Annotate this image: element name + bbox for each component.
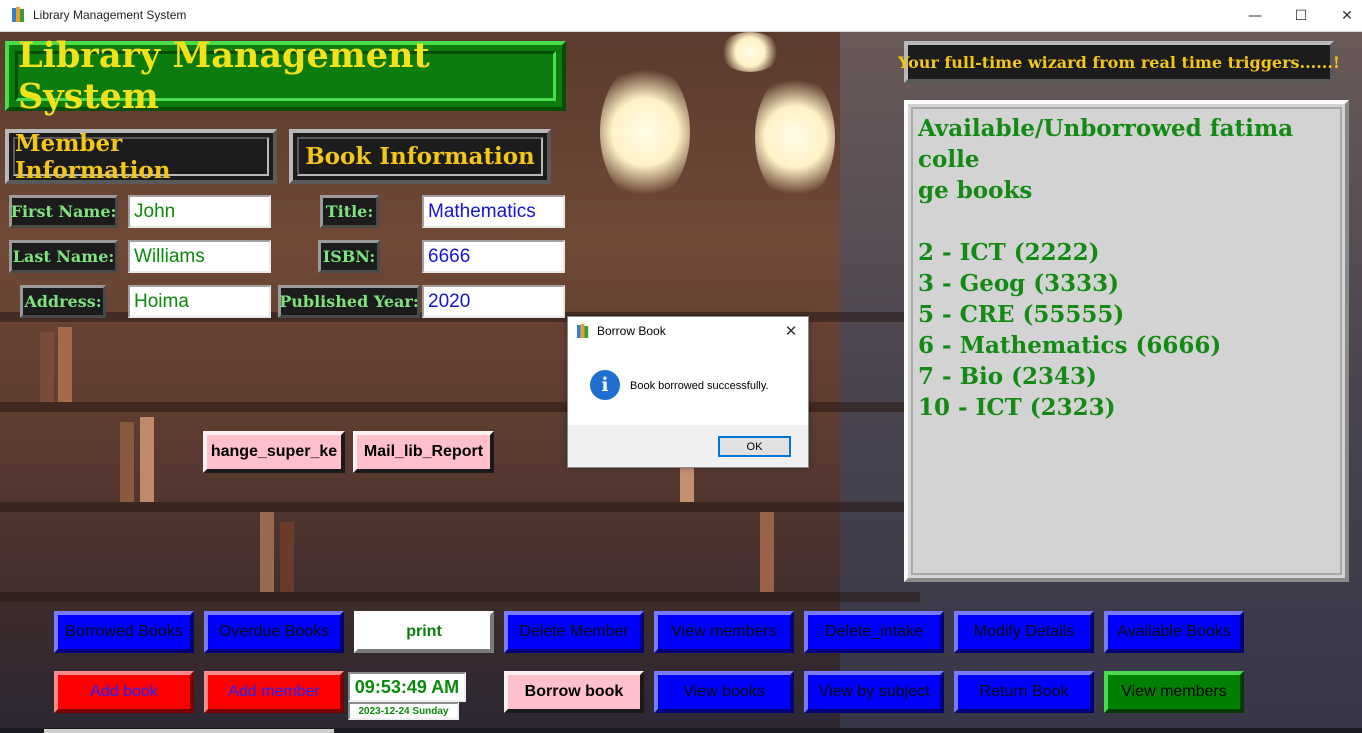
list-heading-line1: Available/Unborrowed fatima colle — [918, 115, 1294, 173]
close-window-button[interactable]: ✕ — [1324, 0, 1362, 31]
last-name-label-text: Last Name: — [12, 247, 115, 266]
published-year-label-text: Published Year: — [279, 292, 419, 311]
list-item: 6 - Mathematics (6666) — [918, 332, 1222, 359]
dialog-ok-button[interactable]: OK — [718, 436, 791, 457]
info-icon: i — [590, 370, 620, 400]
list-item: 3 - Geog (3333) — [918, 270, 1120, 297]
app-books-icon — [577, 324, 589, 338]
view-members-button[interactable]: View members — [1104, 671, 1244, 713]
isbn-label: ISBN: — [318, 240, 380, 273]
maximize-button[interactable]: ☐ — [1278, 0, 1324, 31]
available-books-list[interactable]: Available/Unborrowed fatima colle ge boo… — [904, 100, 1349, 582]
book-info-header: Book Information — [289, 129, 551, 184]
app-title: Library Management System — [18, 35, 430, 117]
dialog-title: Borrow Book — [597, 324, 666, 338]
app-title-banner: Library Management System — [5, 35, 566, 117]
list-heading-line2: ge books — [918, 177, 1033, 204]
last-name-label: Last Name: — [9, 240, 118, 273]
view-by-subject-button[interactable]: View by subject — [804, 671, 944, 713]
borrowed-books-button[interactable]: Borrowed Books — [54, 611, 194, 653]
book-title-input[interactable] — [422, 195, 565, 228]
book-info-title: Book Information — [305, 143, 535, 170]
list-item: 2 - ICT (2222) — [918, 239, 1100, 266]
window-title: Library Management System — [33, 8, 187, 22]
address-input[interactable] — [128, 285, 271, 318]
return-book-button[interactable]: Return Book — [954, 671, 1094, 713]
mail-lib-report-button[interactable]: Mail_lib_Report — [353, 431, 494, 473]
clock-date: 2023-12-24 Sunday — [348, 702, 459, 720]
modify-details-button[interactable]: Modify Details — [954, 611, 1094, 653]
borrow-book-button[interactable]: Borrow book — [504, 671, 644, 713]
first-name-label-text: First Name: — [10, 202, 117, 221]
view-members-button-top[interactable]: View members — [654, 611, 794, 653]
address-label: Address: — [20, 285, 106, 318]
overdue-books-button[interactable]: Overdue Books — [204, 611, 344, 653]
clock-time: 09:53:49 AM — [348, 672, 466, 702]
tagline-text: Your full-time wizard from real time tri… — [898, 52, 1340, 72]
list-item: 7 - Bio (2343) — [918, 363, 1097, 390]
last-name-input[interactable] — [128, 240, 271, 273]
published-year-label: Published Year: — [278, 285, 420, 318]
member-info-title: Member Information — [15, 129, 171, 184]
change-super-key-button[interactable]: hange_super_ke — [203, 431, 345, 473]
first-name-label: First Name: — [9, 195, 118, 228]
isbn-label-text: ISBN: — [322, 247, 376, 266]
list-item: 10 - ICT (2323) — [918, 394, 1116, 421]
delete-intake-button[interactable]: Delete_intake — [804, 611, 944, 653]
window-titlebar: Library Management System — ☐ ✕ — [0, 0, 1362, 32]
available-books-button[interactable]: Available Books — [1104, 611, 1244, 653]
published-year-input[interactable] — [422, 285, 565, 318]
title-label-text: Title: — [325, 202, 374, 221]
borrow-book-dialog: Borrow Book ✕ i Book borrowed successful… — [567, 316, 809, 468]
scrollbar-thumb[interactable] — [44, 729, 334, 733]
print-button[interactable]: print — [354, 611, 494, 653]
first-name-input[interactable] — [128, 195, 271, 228]
dialog-message: Book borrowed successfully. — [630, 380, 769, 392]
delete-member-button[interactable]: Delete Member — [504, 611, 644, 653]
list-item: 5 - CRE (55555) — [918, 301, 1125, 328]
isbn-input[interactable] — [422, 240, 565, 273]
title-label: Title: — [320, 195, 379, 228]
add-book-button[interactable]: Add book — [54, 671, 194, 713]
tagline-banner: Your full-time wizard from real time tri… — [898, 41, 1340, 83]
minimize-button[interactable]: — — [1232, 0, 1278, 31]
member-info-header: Member Information — [5, 129, 277, 184]
view-books-button[interactable]: View books — [654, 671, 794, 713]
dialog-close-button[interactable]: ✕ — [778, 319, 804, 343]
add-member-button[interactable]: Add member — [204, 671, 344, 713]
address-label-text: Address: — [24, 292, 102, 311]
app-books-icon — [12, 7, 24, 22]
